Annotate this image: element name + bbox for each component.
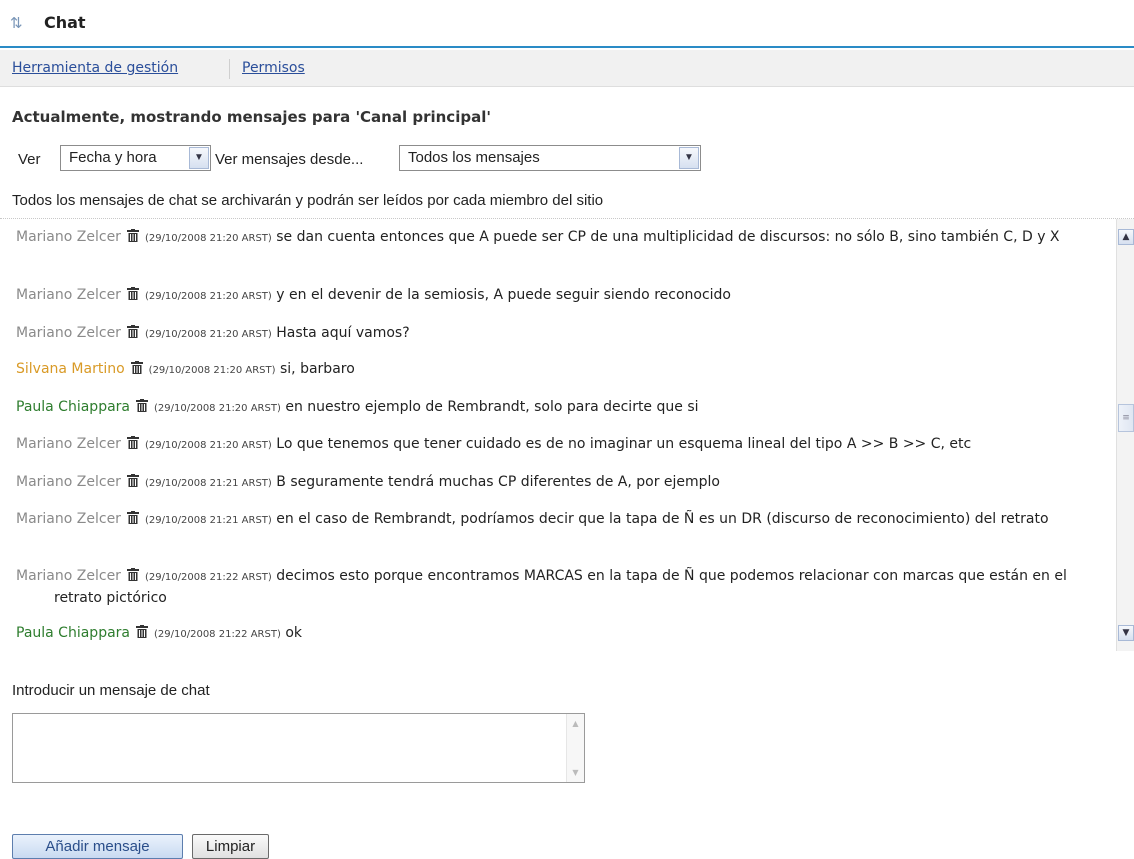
textarea-scrollbar[interactable]: ▲ ▼ xyxy=(566,714,584,782)
message-author: Silvana Martino xyxy=(16,361,125,377)
archive-notice: Todos los mensajes de chat se archivarán… xyxy=(12,192,604,209)
message-author: Mariano Zelcer xyxy=(16,436,121,452)
message-text: ok xyxy=(285,625,303,641)
message-list-scrollbar[interactable]: ▲ ≡ ▼ xyxy=(1116,219,1134,651)
message-timestamp: (29/10/2008 21:22 ARST) xyxy=(154,629,281,640)
ver-select-value: Fecha y hora xyxy=(69,149,157,166)
tool-title: Chat xyxy=(44,13,86,32)
trash-icon[interactable] xyxy=(126,287,139,300)
add-message-button[interactable]: Añadir mensaje xyxy=(12,834,183,859)
chat-message: Paula Chiappara (29/10/2008 21:20 ARST) e… xyxy=(16,397,1096,419)
chat-message-textarea[interactable] xyxy=(13,714,565,782)
trash-icon[interactable] xyxy=(126,474,139,487)
compose-label: Introducir un mensaje de chat xyxy=(12,682,210,699)
message-text: en nuestro ejemplo de Rembrandt, solo pa… xyxy=(285,399,699,415)
message-author: Mariano Zelcer xyxy=(16,325,121,341)
message-text: B seguramente tendrá muchas CP diferente… xyxy=(276,474,720,490)
message-timestamp: (29/10/2008 21:20 ARST) xyxy=(154,403,281,414)
chat-message-input[interactable]: ▲ ▼ xyxy=(12,713,585,783)
ver-label: Ver xyxy=(18,151,41,168)
message-timestamp: (29/10/2008 21:20 ARST) xyxy=(144,233,272,244)
desde-select[interactable]: Todos los mensajes ▼ xyxy=(399,145,701,171)
message-timestamp: (29/10/2008 21:20 ARST) xyxy=(144,291,272,302)
chat-message: Mariano Zelcer (29/10/2008 21:20 ARST) se… xyxy=(16,227,1096,249)
message-timestamp: (29/10/2008 21:20 ARST) xyxy=(144,440,272,451)
tool-nav: Herramienta de gestión Permisos xyxy=(0,50,1134,87)
chat-message-list: Mariano Zelcer (29/10/2008 21:20 ARST) se… xyxy=(0,219,1116,659)
trash-icon[interactable] xyxy=(136,399,148,412)
chevron-down-icon[interactable]: ▼ xyxy=(679,147,699,169)
nav-link-permisos[interactable]: Permisos xyxy=(242,60,305,76)
chevron-down-icon[interactable]: ▼ xyxy=(189,147,209,169)
message-author: Mariano Zelcer xyxy=(16,511,121,527)
scroll-down-icon[interactable]: ▼ xyxy=(1118,625,1134,641)
chat-message: Mariano Zelcer (29/10/2008 21:22 ARST) de… xyxy=(16,566,1096,608)
tool-header: ⇅ Chat xyxy=(0,0,1134,48)
message-text: y en el devenir de la semiosis, A puede … xyxy=(276,287,731,303)
swap-arrows-icon: ⇅ xyxy=(10,14,23,32)
trash-icon[interactable] xyxy=(136,625,148,638)
scroll-down-icon[interactable]: ▼ xyxy=(569,766,582,779)
ver-select[interactable]: Fecha y hora ▼ xyxy=(60,145,211,171)
chat-message: Mariano Zelcer (29/10/2008 21:20 ARST) y … xyxy=(16,285,1096,307)
trash-icon[interactable] xyxy=(126,568,139,581)
chat-message: Silvana Martino (29/10/2008 21:20 ARST) s… xyxy=(16,359,1096,381)
message-timestamp: (29/10/2008 21:20 ARST) xyxy=(148,365,276,376)
scroll-up-icon[interactable]: ▲ xyxy=(1118,229,1134,245)
message-author: Paula Chiappara xyxy=(16,625,130,641)
message-text: en el caso de Rembrandt, podríamos decir… xyxy=(276,511,1049,527)
chat-message: Mariano Zelcer (29/10/2008 21:20 ARST) Ha… xyxy=(16,323,1096,345)
desde-label: Ver mensajes desde... xyxy=(215,151,364,168)
message-timestamp: (29/10/2008 21:21 ARST) xyxy=(144,478,272,489)
chat-message: Mariano Zelcer (29/10/2008 21:21 ARST) en… xyxy=(16,509,1096,531)
trash-icon[interactable] xyxy=(126,511,139,524)
nav-link-herramienta-de-gestion[interactable]: Herramienta de gestión xyxy=(12,60,178,76)
chat-message: Paula Chiappara (29/10/2008 21:22 ARST) o… xyxy=(16,623,1096,645)
message-author: Mariano Zelcer xyxy=(16,229,121,245)
trash-icon[interactable] xyxy=(126,325,139,338)
view-options-row: Ver Fecha y hora ▼ Ver mensajes desde...… xyxy=(0,145,1134,175)
message-timestamp: (29/10/2008 21:20 ARST) xyxy=(144,329,272,340)
message-text: Lo que tenemos que tener cuidado es de n… xyxy=(276,436,972,452)
message-timestamp: (29/10/2008 21:21 ARST) xyxy=(144,515,272,526)
nav-separator xyxy=(229,59,230,79)
scroll-up-icon[interactable]: ▲ xyxy=(569,717,582,730)
message-text: si, barbaro xyxy=(280,361,355,377)
desde-select-value: Todos los mensajes xyxy=(408,149,540,166)
message-text: se dan cuenta entonces que A puede ser C… xyxy=(276,229,1060,245)
clear-button[interactable]: Limpiar xyxy=(192,834,269,859)
message-text: Hasta aquí vamos? xyxy=(276,325,410,341)
scroll-thumb[interactable]: ≡ xyxy=(1118,404,1134,432)
chat-message: Mariano Zelcer (29/10/2008 21:20 ARST) Lo… xyxy=(16,434,1096,456)
message-author: Mariano Zelcer xyxy=(16,568,121,584)
trash-icon[interactable] xyxy=(130,361,143,374)
message-author: Mariano Zelcer xyxy=(16,287,121,303)
message-timestamp: (29/10/2008 21:22 ARST) xyxy=(144,572,272,583)
channel-heading: Actualmente, mostrando mensajes para 'Ca… xyxy=(12,108,491,126)
trash-icon[interactable] xyxy=(126,436,139,449)
message-author: Paula Chiappara xyxy=(16,399,130,415)
message-author: Mariano Zelcer xyxy=(16,474,121,490)
chat-message: Mariano Zelcer (29/10/2008 21:21 ARST) B … xyxy=(16,472,1096,494)
trash-icon[interactable] xyxy=(126,229,139,242)
